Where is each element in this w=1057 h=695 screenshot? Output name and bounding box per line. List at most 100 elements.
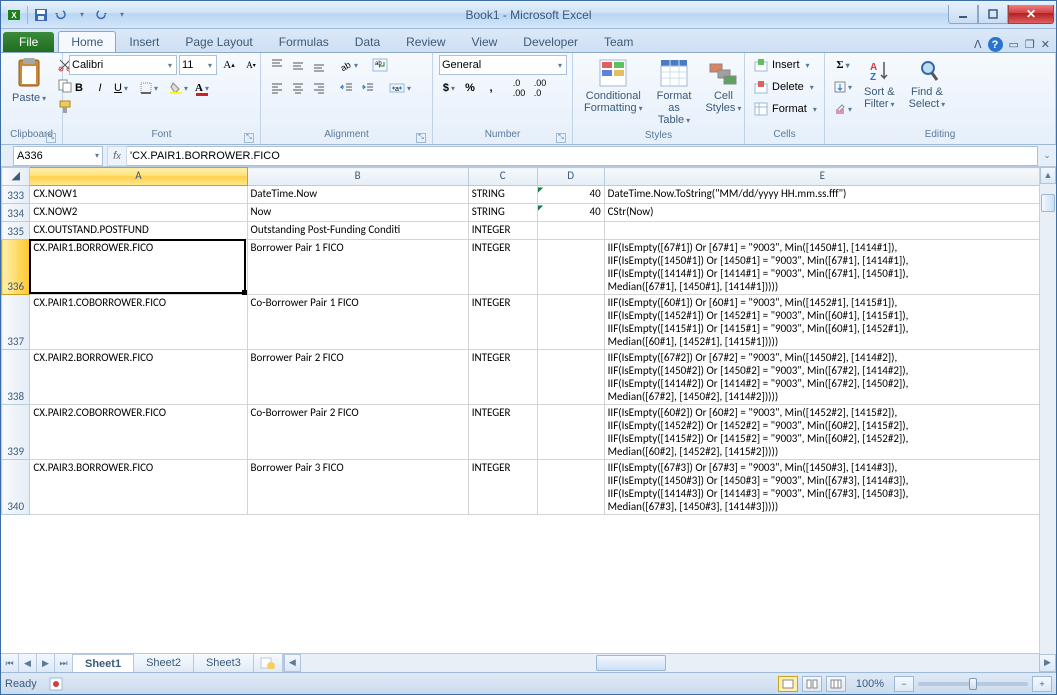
cell[interactable]: 40◤: [537, 186, 604, 204]
alignment-dialog-launcher[interactable]: ⤡: [416, 133, 426, 143]
comma-format-button[interactable]: ,: [481, 78, 501, 98]
hscroll-thumb[interactable]: [596, 655, 666, 671]
grow-font-button[interactable]: A▴: [219, 55, 239, 75]
orientation-button[interactable]: ab: [337, 55, 361, 75]
cell[interactable]: Borrower Pair 2 FICO: [247, 350, 468, 405]
row-header[interactable]: 337: [2, 295, 30, 350]
fill-color-button[interactable]: [167, 78, 191, 98]
find-select-button[interactable]: Find & Select: [904, 55, 951, 114]
scroll-left-icon[interactable]: ◀: [284, 654, 301, 672]
decrease-decimal-button[interactable]: .00.0: [530, 78, 550, 98]
cell[interactable]: IIF(IsEmpty([67#1]) Or [67#1] = "9003", …: [604, 240, 1040, 295]
cell[interactable]: INTEGER: [468, 460, 537, 515]
fill-button[interactable]: [831, 77, 855, 97]
normal-view-button[interactable]: [778, 676, 798, 692]
conditional-formatting-button[interactable]: Conditional Formatting: [579, 55, 648, 118]
page-break-view-button[interactable]: [826, 676, 846, 692]
bold-button[interactable]: B: [69, 78, 89, 98]
cell[interactable]: IIF(IsEmpty([67#3]) Or [67#3] = "9003", …: [604, 460, 1040, 515]
cell[interactable]: CX.PAIR3.BORROWER.FICO: [30, 460, 247, 515]
cell[interactable]: IIF(IsEmpty([60#1]) Or [60#1] = "9003", …: [604, 295, 1040, 350]
paste-button[interactable]: Paste: [7, 55, 51, 108]
align-center-button[interactable]: [288, 78, 308, 98]
cell[interactable]: Borrower Pair 3 FICO: [247, 460, 468, 515]
cell[interactable]: CX.NOW1: [30, 186, 247, 204]
cell[interactable]: IIF(IsEmpty([67#2]) Or [67#2] = "9003", …: [604, 350, 1040, 405]
borders-button[interactable]: [137, 78, 161, 98]
font-name-combo[interactable]: Calibri▾: [69, 55, 177, 75]
font-size-combo[interactable]: 11▾: [179, 55, 217, 75]
font-dialog-launcher[interactable]: ⤡: [244, 133, 254, 143]
format-as-table-button[interactable]: Format as Table: [652, 55, 697, 130]
font-color-button[interactable]: A: [192, 78, 212, 98]
vertical-scrollbar[interactable]: ▲ ▼: [1039, 167, 1056, 672]
cell[interactable]: CX.PAIR1.BORROWER.FICO: [30, 240, 247, 295]
cell[interactable]: Now: [247, 204, 468, 222]
cell[interactable]: INTEGER: [468, 350, 537, 405]
cell[interactable]: [537, 460, 604, 515]
horizontal-scrollbar[interactable]: ◀ ▶: [283, 654, 1056, 672]
formula-expand-icon[interactable]: ⌄: [1038, 150, 1056, 161]
number-dialog-launcher[interactable]: ⤡: [556, 133, 566, 143]
cell[interactable]: [537, 405, 604, 460]
row-header[interactable]: 336: [2, 240, 30, 295]
cell[interactable]: CX.NOW2: [30, 204, 247, 222]
row-header[interactable]: 338: [2, 350, 30, 405]
table-row[interactable]: 340CX.PAIR3.BORROWER.FICOBorrower Pair 3…: [2, 460, 1041, 515]
cell[interactable]: [537, 222, 604, 240]
cell[interactable]: INTEGER: [468, 222, 537, 240]
page-layout-view-button[interactable]: [802, 676, 822, 692]
cell[interactable]: 40◤: [537, 204, 604, 222]
sheet-nav-next[interactable]: ▶: [37, 654, 55, 672]
cell[interactable]: Co-Borrower Pair 1 FICO: [247, 295, 468, 350]
tab-insert[interactable]: Insert: [116, 31, 172, 52]
cell[interactable]: DateTime.Now: [247, 186, 468, 204]
cell[interactable]: INTEGER: [468, 240, 537, 295]
sheet-tab-1[interactable]: Sheet1: [73, 654, 134, 672]
italic-button[interactable]: I: [90, 78, 110, 98]
tab-developer[interactable]: Developer: [510, 31, 591, 52]
autosum-button[interactable]: Σ: [831, 55, 855, 75]
cell-styles-button[interactable]: Cell Styles: [700, 55, 746, 118]
zoom-out-button[interactable]: −: [894, 676, 914, 692]
help-icon[interactable]: ?: [988, 37, 1003, 52]
row-header[interactable]: 339: [2, 405, 30, 460]
tab-pagelayout[interactable]: Page Layout: [172, 31, 265, 52]
align-left-button[interactable]: [267, 78, 287, 98]
formula-input[interactable]: 'CX.PAIR1.BORROWER.FICO: [127, 146, 1038, 166]
col-header-b[interactable]: B: [247, 168, 468, 186]
cell[interactable]: STRING: [468, 204, 537, 222]
col-header-c[interactable]: C: [468, 168, 537, 186]
sheet-nav-first[interactable]: ⏮: [1, 654, 19, 672]
percent-format-button[interactable]: %: [460, 78, 480, 98]
cell[interactable]: [604, 222, 1040, 240]
close-button[interactable]: ✕: [1008, 5, 1054, 24]
table-row[interactable]: 336CX.PAIR1.BORROWER.FICOBorrower Pair 1…: [2, 240, 1041, 295]
decrease-indent-button[interactable]: [337, 78, 357, 98]
qat-customize-dropdown[interactable]: [112, 6, 130, 24]
merge-center-button[interactable]: a: [386, 78, 414, 98]
cell[interactable]: CStr(Now): [604, 204, 1040, 222]
undo-icon[interactable]: [52, 6, 70, 24]
sheet-tab-3[interactable]: Sheet3: [194, 654, 254, 672]
vscroll-thumb[interactable]: [1041, 194, 1055, 212]
underline-button[interactable]: U: [111, 78, 131, 98]
zoom-slider[interactable]: [918, 682, 1028, 686]
format-cells-button[interactable]: Format: [751, 99, 821, 119]
table-row[interactable]: 333CX.NOW1DateTime.NowSTRING40◤DateTime.…: [2, 186, 1041, 204]
table-row[interactable]: 338CX.PAIR2.BORROWER.FICOBorrower Pair 2…: [2, 350, 1041, 405]
insert-cells-button[interactable]: Insert: [751, 55, 821, 75]
align-middle-button[interactable]: [288, 55, 308, 75]
row-header[interactable]: 335: [2, 222, 30, 240]
macro-record-icon[interactable]: [49, 677, 63, 691]
cell[interactable]: CX.PAIR1.COBORROWER.FICO: [30, 295, 247, 350]
excel-icon[interactable]: X: [5, 6, 23, 24]
col-header-d[interactable]: D: [537, 168, 604, 186]
tab-review[interactable]: Review: [393, 31, 458, 52]
table-row[interactable]: 335CX.OUTSTAND.POSTFUNDOutstanding Post-…: [2, 222, 1041, 240]
scroll-up-icon[interactable]: ▲: [1040, 167, 1056, 184]
row-header[interactable]: 334: [2, 204, 30, 222]
tab-view[interactable]: View: [459, 31, 511, 52]
clear-button[interactable]: [831, 99, 855, 119]
align-bottom-button[interactable]: [309, 55, 329, 75]
